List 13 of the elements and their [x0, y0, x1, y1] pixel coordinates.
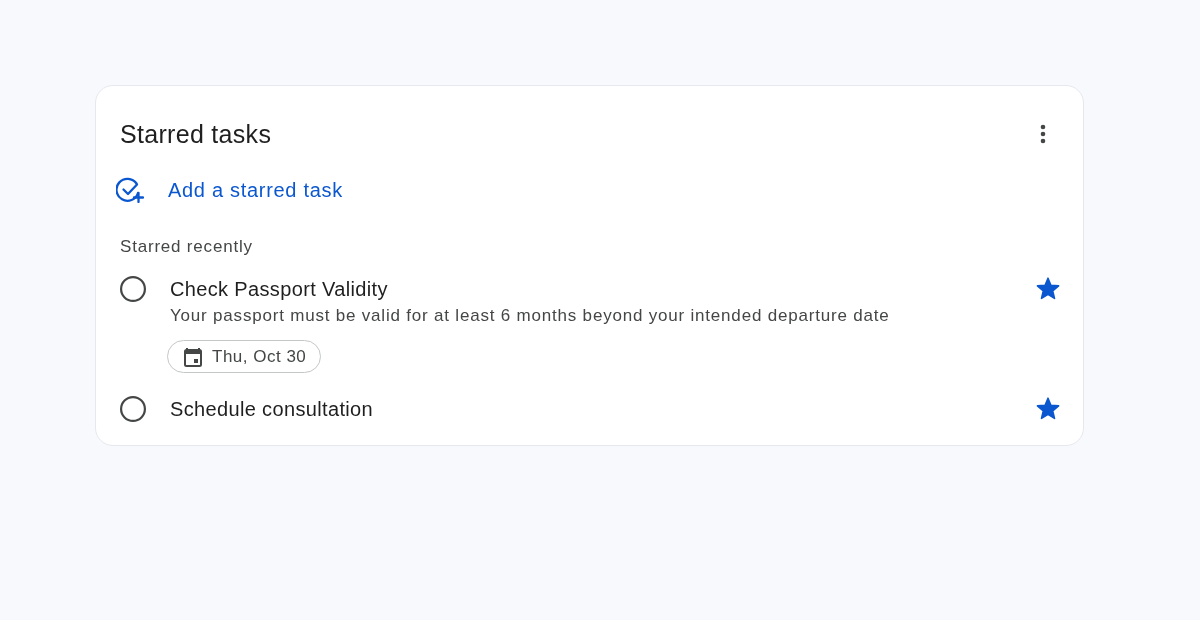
task-checkbox[interactable]: [120, 396, 146, 422]
star-button[interactable]: [1036, 277, 1060, 300]
task-description: Your passport must be valid for at least 6 months beyond your intended departure date: [170, 306, 890, 326]
add-task-icon: [116, 177, 144, 203]
star-button[interactable]: [1036, 397, 1060, 420]
section-label: Starred recently: [120, 236, 253, 258]
task-checkbox[interactable]: [120, 276, 146, 302]
calendar-icon: [184, 346, 202, 367]
task-title: Schedule consultation: [170, 397, 374, 422]
task-title: Check Passport Validity: [170, 277, 388, 302]
card-title: Starred tasks: [120, 119, 272, 150]
add-starred-task-button[interactable]: Add a starred task: [116, 174, 347, 206]
more-options-icon: [1040, 124, 1046, 144]
